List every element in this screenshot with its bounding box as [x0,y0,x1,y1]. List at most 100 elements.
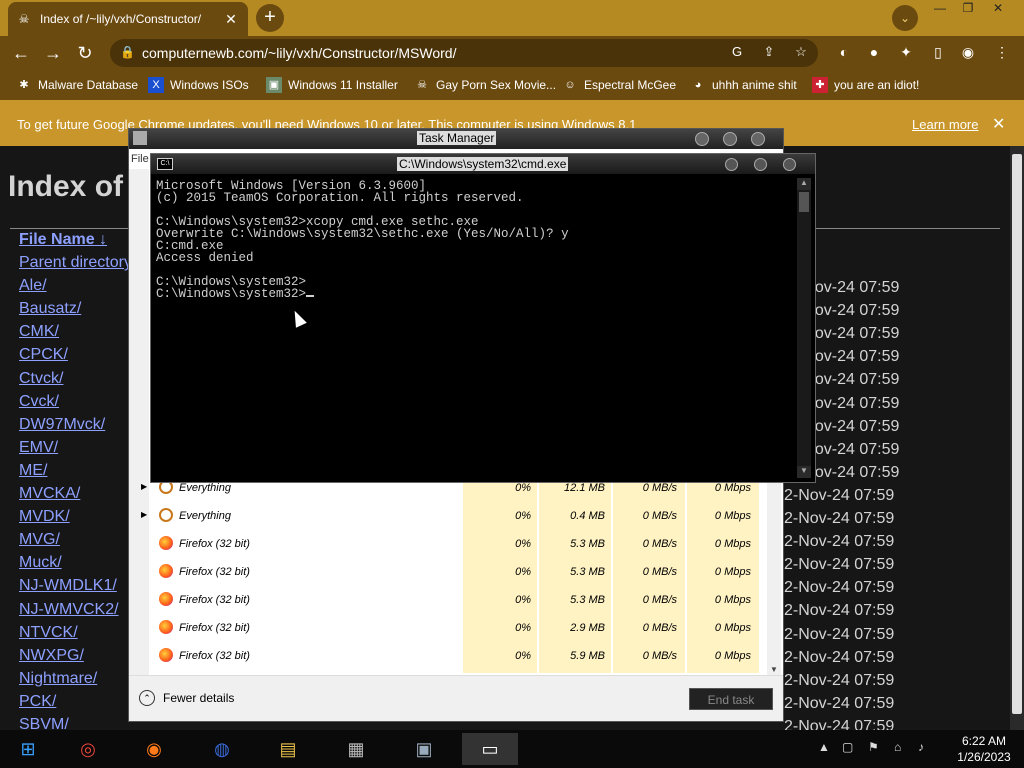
google-icon[interactable]: G [728,44,746,62]
expand-arrow-icon[interactable]: ▶ [141,510,147,519]
profile-extension-icon[interactable]: ● [864,44,884,64]
bookmark-item[interactable]: ✱ Malware Database [16,76,138,94]
process-name: Firefox (32 bit) [179,538,250,550]
bookmark-item[interactable]: ☺ Espectral McGee [562,76,676,94]
process-row[interactable]: Firefox (32 bit) 0% 2.9 MB 0 MB/s 0 Mbps [129,614,759,642]
magnifier-icon [159,508,173,522]
tab-close-icon[interactable]: ✕ [222,11,240,28]
file-link[interactable]: CMK/ [19,323,59,341]
end-task-button[interactable]: End task [689,688,773,710]
file-link[interactable]: Cvck/ [19,393,59,411]
file-explorer-icon[interactable]: ▤ [260,733,316,765]
scroll-down-arrow-icon[interactable]: ▼ [769,665,779,674]
process-row[interactable]: ▶ Everything 0% 0.4 MB 0 MB/s 0 Mbps [129,502,759,530]
close-button[interactable] [751,132,765,146]
fewer-details-button[interactable]: ⌃ Fewer details [139,690,234,706]
learn-more-link[interactable]: Learn more [912,117,978,132]
browser-icon[interactable]: ◍ [194,733,250,765]
chrome-icon[interactable]: ◎ [60,733,116,765]
process-row[interactable]: Firefox (32 bit) 0% 5.3 MB 0 MB/s 0 Mbps [129,558,759,586]
profile-avatar-icon[interactable]: ◉ [958,44,978,64]
file-link[interactable]: PCK/ [19,693,56,711]
scroll-thumb[interactable] [799,192,809,212]
bookmarks-bar: ✱ Malware Database X Windows ISOs ▣ Windows… [0,70,1024,100]
minimize-button[interactable]: — [926,0,954,18]
maximize-button[interactable] [754,158,767,171]
system-clock[interactable]: 6:22 AM 1/26/2023 [944,733,1024,765]
back-arrow-icon[interactable]: ← [8,40,34,66]
file-link[interactable]: SBVM/ [19,716,69,730]
task-manager-titlebar[interactable]: Task Manager [129,129,783,149]
file-link[interactable]: NJ-WMDLK1/ [19,577,117,595]
store-icon[interactable]: ▦ [328,733,384,765]
file-link[interactable]: Bausatz/ [19,300,81,318]
cmd-scrollbar[interactable]: ▲ ▼ [797,178,811,478]
page-scrollbar[interactable] [1010,146,1024,730]
bookmark-item[interactable]: X Windows ISOs [148,76,249,94]
extensions-puzzle-icon[interactable]: ✦ [896,44,916,64]
expand-arrow-icon[interactable]: ▶ [141,482,147,491]
firefox-icon [159,564,173,578]
file-link[interactable]: Ctvck/ [19,370,63,388]
windows-logo-icon[interactable]: ⊞ [0,733,56,765]
file-link[interactable]: MVG/ [19,531,60,549]
process-scrollbar[interactable]: ▼ [767,469,781,675]
volume-icon[interactable]: ♪ [918,740,924,754]
process-row[interactable]: Firefox (32 bit) 0% 5.3 MB 0 MB/s 0 Mbps [129,530,759,558]
bookmark-star-icon[interactable]: ☆ [792,44,810,62]
bookmark-item[interactable]: ☠ Gay Porn Sex Movie... [414,76,556,94]
file-link[interactable]: ME/ [19,462,47,480]
file-name-column-header[interactable]: File Name ↓ [19,231,107,249]
memory-value: 0.4 MB [570,510,605,522]
forward-arrow-icon[interactable]: → [40,40,66,66]
tray-chevron-icon[interactable]: ▲ [818,740,830,754]
bookmark-item[interactable]: ✚ you are an idiot! [812,76,919,94]
scroll-thumb[interactable] [1012,154,1022,714]
file-link[interactable]: NJ-WMVCK2/ [19,601,119,619]
browser-tab[interactable]: ☠ Index of /~lily/vxh/Constructor/ ✕ [8,2,248,36]
maximize-button[interactable]: ❐ [954,0,982,18]
file-link[interactable]: NTVCK/ [19,624,78,642]
file-link[interactable]: CPCK/ [19,346,68,364]
new-tab-button[interactable]: + [256,4,284,32]
minimize-button[interactable] [695,132,709,146]
firefox-icon[interactable]: ◉ [126,733,182,765]
close-button[interactable] [783,158,796,171]
file-link[interactable]: DW97Mvck/ [19,416,105,434]
file-link[interactable]: MVCKA/ [19,485,80,503]
file-link[interactable]: NWXPG/ [19,647,84,665]
share-icon[interactable]: ⇪ [760,44,778,62]
cmd-icon[interactable]: ▭ [462,733,518,765]
console-output[interactable]: Microsoft Windows [Version 6.3.9600] (c) … [156,180,796,476]
address-bar[interactable]: 🔒 computernewb.com/~lily/vxh/Constructor… [110,39,818,67]
menu-kebab-icon[interactable]: ⋮ [992,44,1012,64]
network-icon[interactable]: ⌂ [894,740,901,754]
tab-search-button[interactable]: ⌄ [892,5,918,31]
cmd-title: C:\Windows\system32\cmd.exe [397,157,569,171]
file-link[interactable]: Nightmare/ [19,670,97,688]
scroll-up-arrow-icon[interactable]: ▲ [797,178,811,190]
cmd-titlebar[interactable]: C:\ C:\Windows\system32\cmd.exe [151,154,815,174]
close-icon[interactable]: ✕ [992,114,1005,134]
flag-icon[interactable]: ⚑ [868,740,879,754]
close-window-button[interactable]: ✕ [984,0,1012,18]
monitor-icon[interactable]: ▣ [396,733,452,765]
file-link[interactable]: Ale/ [19,277,47,295]
file-link[interactable]: EMV/ [19,439,58,457]
bookmark-item[interactable]: ◕ uhhh anime shit [690,76,797,94]
process-row[interactable]: Firefox (32 bit) 0% 5.9 MB 0 MB/s 0 Mbps [129,642,759,670]
bookmark-item[interactable]: ▣ Windows 11 Installer [266,76,398,94]
scroll-down-arrow-icon[interactable]: ▼ [797,466,811,478]
minimize-button[interactable] [725,158,738,171]
desktop-icon[interactable]: ▢ [842,740,853,754]
firefox-icon [159,620,173,634]
file-link[interactable]: Muck/ [19,554,62,572]
file-link[interactable]: MVDK/ [19,508,70,526]
reload-icon[interactable]: ↻ [72,40,98,66]
maximize-button[interactable] [723,132,737,146]
extension-flag-icon[interactable]: ◐ [834,44,854,64]
file-link[interactable]: Parent directory [19,254,132,272]
process-row[interactable]: Firefox (32 bit) 0% 5.3 MB 0 MB/s 0 Mbps [129,586,759,614]
file-menu[interactable]: File [131,153,149,165]
side-panel-icon[interactable]: ▯ [928,44,948,64]
